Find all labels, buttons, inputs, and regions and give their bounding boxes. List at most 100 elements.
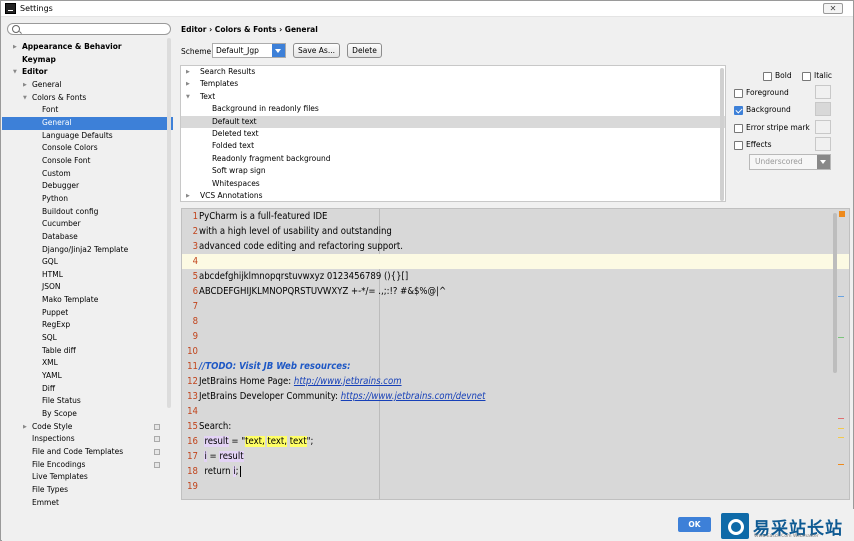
collapse-arrow-icon[interactable]: ▶ <box>186 190 190 202</box>
effects-checkbox[interactable] <box>734 140 743 150</box>
italic-option[interactable]: Italic <box>802 70 832 81</box>
tree-item-label: Puppet <box>42 307 69 317</box>
foreground-option[interactable]: Foreground <box>734 87 789 98</box>
tree-item[interactable]: ▼ Colors & Fonts <box>2 92 173 105</box>
tree-item[interactable]: Inspections <box>2 433 173 446</box>
tree-item[interactable]: Font <box>2 104 173 117</box>
foreground-color-swatch[interactable] <box>815 85 831 99</box>
tree-item[interactable]: Table diff <box>2 345 173 358</box>
tree-item[interactable]: Mako Template <box>2 294 173 307</box>
tree-item[interactable]: Console Colors <box>2 142 173 155</box>
tree-item[interactable]: Buildout config <box>2 206 173 219</box>
tree-item[interactable]: SQL <box>2 332 173 345</box>
attribute-item[interactable]: Folded text <box>181 140 725 152</box>
tree-item-label: Cucumber <box>42 219 81 229</box>
editor-scrollbar[interactable] <box>833 213 837 373</box>
attribute-item[interactable]: Default text <box>181 115 725 128</box>
hyperlink[interactable]: https://www.jetbrains.com/devnet <box>341 391 486 402</box>
tree-item[interactable]: XML <box>2 357 173 370</box>
attribute-item[interactable]: Deleted text <box>181 128 725 140</box>
collapse-arrow-icon[interactable]: ▶ <box>13 41 17 54</box>
italic-label: Italic <box>814 71 833 80</box>
tree-item[interactable]: File Types <box>2 484 173 497</box>
background-checkbox[interactable] <box>734 105 743 115</box>
tree-item-label: Diff <box>42 383 56 393</box>
tree-item[interactable]: YAML <box>2 370 173 383</box>
tree-item[interactable]: Cucumber <box>2 218 173 231</box>
italic-checkbox[interactable] <box>802 71 811 81</box>
attribute-item[interactable]: Readonly fragment background <box>181 153 725 165</box>
tree-item[interactable]: JSON <box>2 281 173 294</box>
tree-item[interactable]: File and Code Templates <box>2 446 173 459</box>
tree-item[interactable]: General <box>2 116 173 130</box>
preview-editor[interactable]: 1PyCharm is a full-featured IDE 2with a h… <box>181 208 850 500</box>
search-input[interactable] <box>7 23 171 35</box>
tree-item[interactable]: ▶ Appearance & Behavior <box>2 41 173 54</box>
tree-item-label: File Status <box>42 396 81 406</box>
attribute-item[interactable]: Whitespaces <box>181 178 725 190</box>
attribute-item[interactable]: ▶ Search Results <box>181 66 725 78</box>
chevron-down-icon[interactable] <box>272 44 285 57</box>
background-color-swatch[interactable] <box>815 102 831 116</box>
tree-item[interactable]: HTML <box>2 269 173 282</box>
expand-arrow-icon[interactable]: ▼ <box>13 66 17 79</box>
tree-item[interactable]: RegExp <box>2 319 173 332</box>
attribute-item-label: Folded text <box>212 141 255 151</box>
search-highlight: text, <box>267 436 287 447</box>
error-stripe-checkbox[interactable] <box>734 123 743 133</box>
effects-type-select[interactable]: Underscored <box>749 154 831 170</box>
tree-item[interactable]: Diff <box>2 383 173 396</box>
collapse-arrow-icon[interactable]: ▶ <box>186 66 190 78</box>
bold-checkbox[interactable] <box>763 71 772 81</box>
effects-color-swatch[interactable] <box>815 137 831 151</box>
scheme-select[interactable]: Default_Jgp <box>212 43 286 58</box>
delete-button[interactable]: Delete <box>347 43 382 58</box>
chevron-down-icon[interactable] <box>817 155 830 169</box>
tree-item[interactable]: Database <box>2 231 173 244</box>
tree-item[interactable]: ▶ Code Style <box>2 421 173 434</box>
foreground-checkbox[interactable] <box>734 88 743 98</box>
effects-option[interactable]: Effects <box>734 139 772 150</box>
error-stripe-color-swatch[interactable] <box>815 120 831 134</box>
attribute-item[interactable]: ▼ Text <box>181 91 725 103</box>
attribute-item[interactable]: ▶ Templates <box>181 78 725 90</box>
tree-item[interactable]: Console Font <box>2 155 173 168</box>
attribute-scrollbar[interactable] <box>720 68 724 201</box>
tree-item-label: Debugger <box>42 181 80 191</box>
tree-item[interactable]: Python <box>2 193 173 206</box>
attribute-item[interactable]: Soft wrap sign <box>181 165 725 177</box>
save-as-button[interactable]: Save As... <box>293 43 340 58</box>
attribute-item[interactable]: ▶ VCS Annotations <box>181 190 725 202</box>
tree-item[interactable]: Django/Jinja2 Template <box>2 244 173 257</box>
tree-item[interactable]: Language Defaults <box>2 130 173 143</box>
tree-item[interactable]: ▶ General <box>2 79 173 92</box>
ok-button[interactable]: OK <box>678 517 711 532</box>
tree-item[interactable]: Puppet <box>2 307 173 320</box>
tree-item[interactable]: By Scope <box>2 408 173 421</box>
attribute-item[interactable]: Background in readonly files <box>181 103 725 115</box>
error-stripe-option[interactable]: Error stripe mark <box>734 122 810 133</box>
tree-item[interactable]: Custom <box>2 168 173 181</box>
sidebar-scrollbar[interactable] <box>167 38 171 408</box>
editor-line: 18 return i; <box>182 464 849 479</box>
collapse-arrow-icon[interactable]: ▶ <box>23 79 27 92</box>
collapse-arrow-icon[interactable]: ▶ <box>186 78 190 90</box>
tree-item[interactable]: Emmet <box>2 497 173 510</box>
expand-arrow-icon[interactable]: ▼ <box>186 91 190 103</box>
bold-option[interactable]: Bold <box>763 70 792 81</box>
tree-item[interactable]: File Encodings <box>2 459 173 472</box>
close-button[interactable]: ✕ <box>823 3 843 14</box>
tree-item[interactable]: GQL <box>2 256 173 269</box>
tree-item-label: HTML <box>42 269 63 279</box>
expand-arrow-icon[interactable]: ▼ <box>23 92 27 105</box>
tree-item[interactable]: Live Templates <box>2 471 173 484</box>
background-option[interactable]: Background <box>734 104 791 115</box>
tree-item[interactable]: Debugger <box>2 180 173 193</box>
tree-item[interactable]: ▼ Editor <box>2 66 173 79</box>
collapse-arrow-icon[interactable]: ▶ <box>23 421 27 434</box>
tree-item[interactable]: Keymap <box>2 54 173 67</box>
project-settings-icon <box>154 461 160 468</box>
tree-item[interactable]: File Status <box>2 395 173 408</box>
hyperlink[interactable]: http://www.jetbrains.com <box>294 376 402 387</box>
code-text: JetBrains Home Page: <box>199 376 294 387</box>
